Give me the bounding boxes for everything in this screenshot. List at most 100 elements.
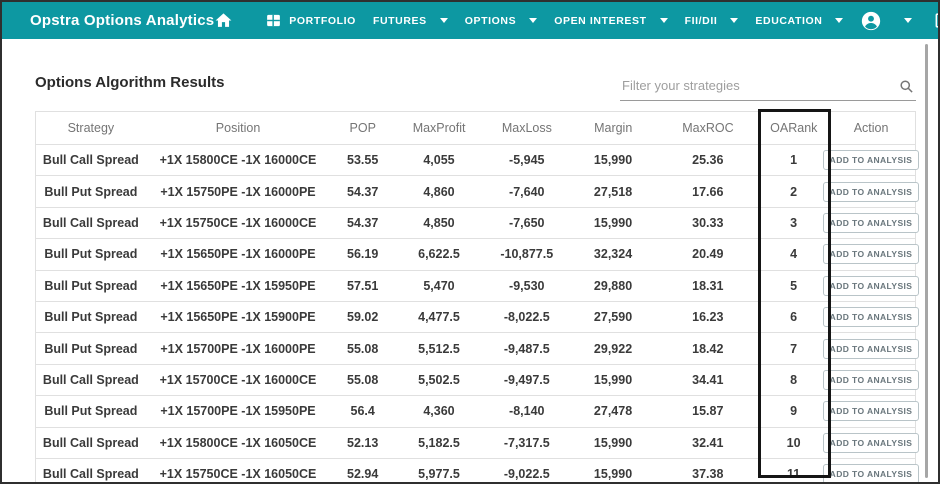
strategy-cell: Bull Put Spread [44,310,138,325]
home-button[interactable] [214,11,233,30]
table-row: Bull Call Spread +1X 15700CE -1X 16000CE… [36,365,920,397]
filter-input[interactable] [620,74,916,101]
maxroc-cell: 37.38 [692,467,724,482]
top-navigation-bar: Opstra Options Analytics PORTFOLIO FUTUR… [2,2,938,39]
nav-label: FUTURES [372,14,427,27]
margin-cell: 15,990 [593,435,633,450]
margin-cell: 15,990 [593,153,633,168]
add-to-analysis-button[interactable]: ADD TO ANALYSIS [822,338,920,359]
maxroc-cell: 15.87 [692,404,724,419]
content-header: Options Algorithm Results [35,59,916,101]
position-cell: +1X 15700PE -1X 16000PE [160,341,316,356]
table-row: Bull Put Spread +1X 15700PE -1X 16000PE … [36,333,920,365]
account-button[interactable] [860,10,882,32]
maxprofit-cell: 5,512.5 [418,341,460,356]
action-cell: ADD TO ANALYSIS [822,208,920,238]
logout-icon [934,11,938,30]
pop-cell: 56.4 [350,404,375,419]
position-cell: +1X 15800CE -1X 16000CE [159,153,317,168]
pop-cell: 56.19 [347,247,379,262]
chevron-down-icon [835,18,844,23]
maxroc-cell: 30.33 [692,215,724,230]
maxroc-cell: 17.66 [692,184,724,199]
add-to-analysis-button[interactable]: ADD TO ANALYSIS [822,181,920,202]
action-cell: ADD TO ANALYSIS [822,396,920,426]
pop-cell: 54.37 [347,215,379,230]
main-nav: PORTFOLIO FUTURES OPTIONS OPEN INTEREST … [214,10,938,32]
margin-cell: 29,880 [593,278,633,293]
add-to-analysis-button[interactable]: ADD TO ANALYSIS [822,212,920,233]
nav-item-options[interactable]: OPTIONS [465,15,538,27]
margin-cell: 15,990 [593,372,633,387]
maxprofit-cell: 4,360 [423,404,455,419]
strategy-cell: Bull Put Spread [44,184,138,199]
oarank-cell: 7 [790,341,798,356]
col-header-margin: Margin [594,121,633,135]
add-to-analysis-button[interactable]: ADD TO ANALYSIS [822,275,920,296]
action-cell: ADD TO ANALYSIS [822,333,920,363]
grid-icon [265,12,282,29]
strategy-cell: Bull Put Spread [44,404,138,419]
filter-strategies [620,74,916,101]
maxloss-cell: -7,650 [509,215,545,230]
nav-item-education[interactable]: EDUCATION [755,15,844,27]
maxprofit-cell: 6,622.5 [418,247,460,262]
maxprofit-cell: 4,055 [423,153,455,168]
col-header-action: Action [853,121,889,135]
position-cell: +1X 15700CE -1X 16000CE [159,372,317,387]
oarank-cell: 3 [790,215,798,230]
action-cell: ADD TO ANALYSIS [822,271,920,301]
table-row: Bull Put Spread +1X 15700PE -1X 15950PE … [36,396,920,428]
pop-cell: 54.37 [347,184,379,199]
add-to-analysis-button[interactable]: ADD TO ANALYSIS [822,244,920,265]
oarank-cell: 2 [790,184,798,199]
account-circle-icon [860,10,882,32]
add-to-analysis-button[interactable]: ADD TO ANALYSIS [822,464,920,482]
table-row: Bull Put Spread +1X 15750PE -1X 16000PE … [36,176,920,208]
pop-cell: 57.51 [347,278,379,293]
oarank-cell: 1 [790,153,798,168]
pop-cell: 52.13 [347,435,379,450]
add-to-analysis-button[interactable]: ADD TO ANALYSIS [822,307,920,328]
maxloss-cell: -9,487.5 [503,341,550,356]
position-cell: +1X 15700PE -1X 15950PE [160,404,316,419]
maxroc-cell: 25.36 [692,153,724,168]
nav-item-fii-dii[interactable]: FII/DII [685,15,739,27]
maxprofit-cell: 5,470 [423,278,455,293]
add-to-analysis-button[interactable]: ADD TO ANALYSIS [822,432,920,453]
maxprofit-cell: 5,182.5 [418,435,460,450]
table-row: Bull Put Spread +1X 15650PE -1X 16000PE … [36,239,920,271]
logout-button[interactable] [934,11,938,30]
add-to-analysis-button[interactable]: ADD TO ANALYSIS [822,150,920,171]
table-row: Bull Call Spread +1X 15800CE -1X 16050CE… [36,428,920,459]
maxloss-cell: -8,140 [509,404,545,419]
nav-item-futures[interactable]: FUTURES [373,15,448,27]
position-cell: +1X 15800CE -1X 16050CE [159,435,317,450]
maxprofit-cell: 4,477.5 [418,310,460,325]
col-header-maxprofit: MaxProfit [412,121,466,135]
position-cell: +1X 15650PE -1X 15900PE [160,310,316,325]
oarank-cell: 4 [790,247,798,262]
nav-label: FII/DII [684,14,718,27]
nav-item-portfolio[interactable]: PORTFOLIO [265,12,356,29]
nav-label: PORTFOLIO [289,14,356,27]
margin-cell: 27,590 [593,310,633,325]
oarank-cell: 5 [790,278,798,293]
col-header-oarank: OARank [770,121,818,135]
nav-item-open-interest[interactable]: OPEN INTEREST [554,15,668,27]
results-table: Strategy Position POP MaxProfit MaxLoss … [35,109,920,482]
maxloss-cell: -9,530 [509,278,545,293]
add-to-analysis-button[interactable]: ADD TO ANALYSIS [822,369,920,390]
position-cell: +1X 15750PE -1X 16000PE [160,184,316,199]
account-dropdown-caret[interactable] [904,18,913,23]
vertical-scrollbar[interactable] [925,44,928,478]
table-row: Bull Call Spread +1X 15750CE -1X 16050CE… [36,459,920,482]
strategy-cell: Bull Put Spread [44,278,138,293]
strategy-cell: Bull Call Spread [42,372,139,387]
add-to-analysis-button[interactable]: ADD TO ANALYSIS [822,401,920,422]
table-row: Bull Call Spread +1X 15750CE -1X 16000CE… [36,208,920,240]
strategy-cell: Bull Call Spread [42,215,139,230]
table-row: Bull Put Spread +1X 15650PE -1X 15950PE … [36,271,920,302]
col-header-pop: POP [349,121,376,135]
maxprofit-cell: 4,850 [423,215,455,230]
